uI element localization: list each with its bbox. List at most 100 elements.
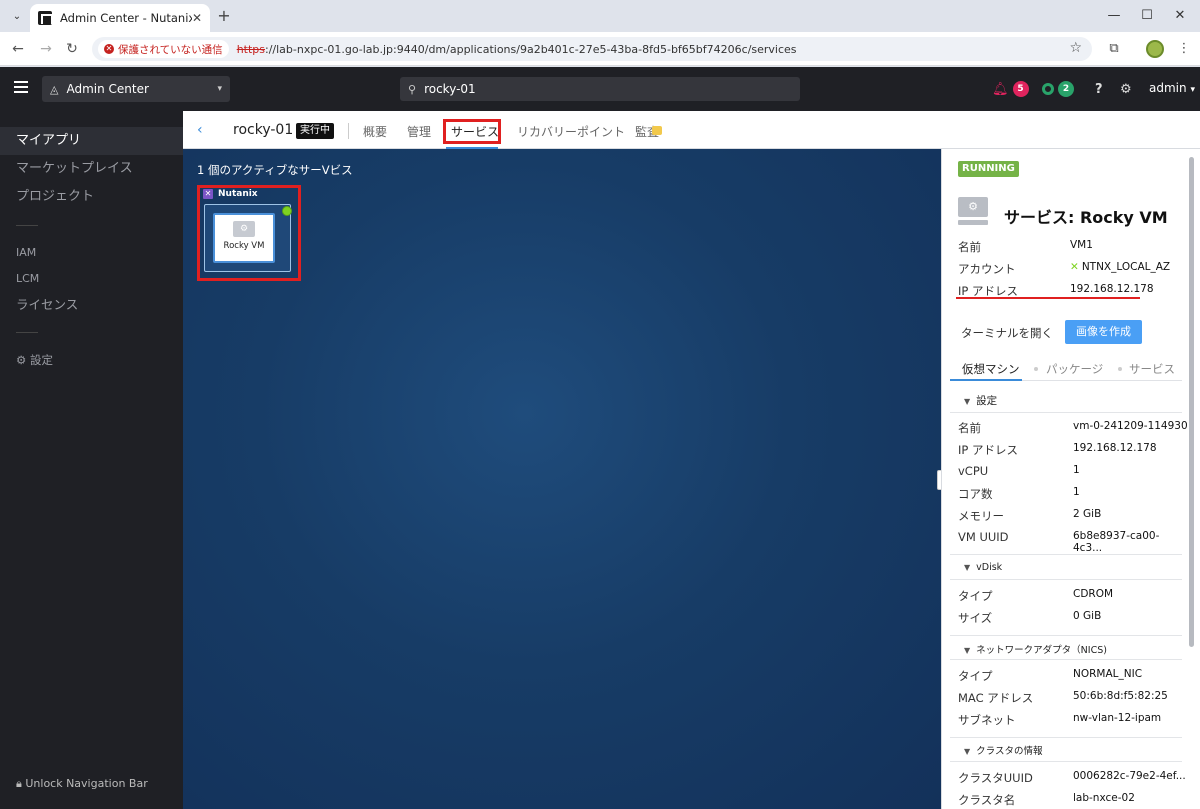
tab-recovery-points[interactable]: リカバリーポイント [517,123,625,140]
subtab-packages[interactable]: パッケージ [1046,361,1103,377]
tab-manage[interactable]: 管理 [407,123,431,140]
unlock-navigation-bar[interactable]: 🔒︎ Unlock Navigation Bar [16,777,148,791]
reload-icon[interactable]: ↻ [62,39,82,59]
field-value: lab-nxce-02 [1073,792,1135,804]
back-arrow-icon[interactable]: ← [8,39,28,59]
close-window-icon[interactable]: ✕ [1170,6,1190,26]
browser-tab-bar: ⌄ Admin Center - Nutanix ✕ + — ☐ ✕ [0,0,1200,32]
forward-arrow-icon[interactable]: → [36,39,56,59]
field-label: クラスタ名 [958,793,1016,807]
section-settings-header[interactable]: ▼ 設定 [950,393,1182,408]
sidebar-item-settings[interactable]: ⚙ 設定 [0,347,183,373]
minimize-window-icon[interactable]: — [1104,6,1124,26]
extensions-puzzle-icon[interactable]: ⧉ [1104,39,1124,59]
active-subtab-indicator [950,379,1022,381]
section-vdisk-header[interactable]: ▼ vDisk [950,562,1182,573]
create-image-button[interactable]: 画像を作成 [1065,320,1142,344]
field-value: CDROM [1073,588,1114,600]
sidebar-item-iam[interactable]: IAM [0,240,183,266]
search-input[interactable] [424,82,765,96]
browser-tab-title: Admin Center - Nutanix [60,11,192,25]
field-value: 0 GiB [1073,610,1102,622]
help-icon[interactable]: ? [1095,79,1103,99]
section-title: 設定 [976,395,998,407]
browser-menu-icon[interactable]: ⋮ [1174,39,1194,59]
field-value: NORMAL_NIC [1073,668,1143,680]
bell-icon: 🔔︎ [992,81,1009,97]
tasks-ring-icon [1042,83,1054,95]
profile-avatar[interactable] [1146,40,1164,58]
service-card-rocky-vm[interactable]: ⚙ Rocky VM [213,213,275,263]
subtab-vm[interactable]: 仮想マシン [962,361,1020,377]
field-value: nw-vlan-12-ipam [1073,712,1162,724]
warning-icon: ✕ [104,44,114,54]
provider-name: Nutanix [218,189,258,199]
url-scheme: https [236,42,265,56]
open-terminal-button[interactable]: ターミナルを開く [958,321,1056,345]
app-header: ◬ Admin Center ▾ ⚲ 🔔︎ 5 2 ? ⚙ admin ▾ [0,67,1200,111]
field-value: 192.168.12.178 [1073,442,1157,454]
ip-address-underline [956,297,1140,299]
field-label: タイプ [958,669,993,683]
section-cluster-header[interactable]: ▼ クラスタの情報 [950,743,1182,757]
global-search[interactable]: ⚲ [400,77,800,101]
app-name: rocky-01 [233,122,294,138]
field-label: サイズ [958,611,993,625]
tasks-button[interactable]: 2 [1042,79,1074,99]
nutanix-account-icon: ✕ [1070,261,1079,273]
left-sidebar: マイアプリ マーケットプレイス プロジェクト IAM LCM ライセンス ⚙ 設… [0,111,183,809]
alerts-button[interactable]: 🔔︎ 5 [992,79,1029,99]
field-value: vm-0-241209-114930 [1073,420,1188,432]
field-label: タイプ [958,589,993,603]
sidebar-item-license[interactable]: ライセンス [0,292,183,318]
sidebar-item-lcm[interactable]: LCM [0,266,183,292]
close-tab-icon[interactable]: ✕ [192,11,202,25]
field-label: コア数 [958,487,993,501]
section-nics-header[interactable]: ▼ ネットワークアダプタ（NICS) [950,642,1182,656]
panel-scrollbar[interactable] [1189,157,1194,647]
field-label: クラスタUUID [958,771,1033,785]
user-menu[interactable]: admin ▾ [1149,81,1195,95]
lock-icon: 🔒︎ [16,777,22,790]
field-label: VM UUID [958,530,1009,544]
service-title: サービス: Rocky VM [1004,208,1168,227]
services-canvas[interactable]: 1 個のアクティブなサーVビス ✕ Nutanix ⚙ Rocky VM [183,149,941,809]
maximize-window-icon[interactable]: ☐ [1137,6,1157,26]
field-value: 6b8e8937-ca00-4c3... [1073,530,1160,554]
active-services-count: 1 個のアクティブなサーVビス [197,163,353,177]
field-label: IP アドレス [958,443,1018,457]
section-divider [950,659,1182,660]
nutanix-logo-icon: ✕ [203,189,213,199]
field-label: MAC アドレス [958,691,1034,705]
gear-icon[interactable]: ⚙ [1120,79,1132,99]
bookmark-star-icon[interactable]: ☆ [1069,40,1082,56]
subtab-services[interactable]: サービス [1129,361,1175,377]
provider-label: ✕ Nutanix [203,189,258,199]
hamburger-menu-icon[interactable] [14,81,28,93]
sidebar-item-projects[interactable]: プロジェクト [0,183,183,211]
alerts-count-badge: 5 [1012,81,1029,97]
detail-subtabs: 仮想マシン パッケージ サービス [950,361,1182,381]
service-detail-panel: RUNNING ⚙ サービス: Rocky VM 名前 VM1 アカウント ✕ N… [941,149,1200,809]
sidebar-item-my-apps[interactable]: マイアプリ [0,127,183,155]
back-chevron-icon[interactable]: ‹ [197,122,203,138]
field-label: 名前 [958,421,981,435]
field-label: サブネット [958,713,1016,727]
address-bar[interactable]: ✕ 保護されていない通信 https://lab-nxpc-01.go-lab.… [92,37,1092,61]
insecure-connection-chip[interactable]: ✕ 保護されていない通信 [98,40,229,58]
tab-overview[interactable]: 概要 [363,123,387,140]
field-label: メモリー [958,509,1004,523]
user-name: admin [1149,81,1187,95]
app-switcher-dropdown[interactable]: ◬ Admin Center ▾ [42,76,230,102]
tasks-count-badge: 2 [1058,81,1074,97]
unlock-label: Unlock Navigation Bar [25,777,148,790]
service-card-name: Rocky VM [223,241,265,251]
sidebar-item-marketplace[interactable]: マーケットプレイス [0,155,183,183]
new-tab-plus-icon[interactable]: + [214,6,234,26]
field-label: アカウント [958,262,1016,276]
tab-list-chevron-icon[interactable]: ⌄ [8,7,26,25]
app-detail-header: ‹ rocky-01 実行中 概要 管理 サービス リカバリーポイント 監査 [183,111,1200,149]
header-divider [348,123,349,139]
browser-tab[interactable]: Admin Center - Nutanix ✕ [30,4,210,32]
chevron-down-icon: ▼ [964,563,971,572]
